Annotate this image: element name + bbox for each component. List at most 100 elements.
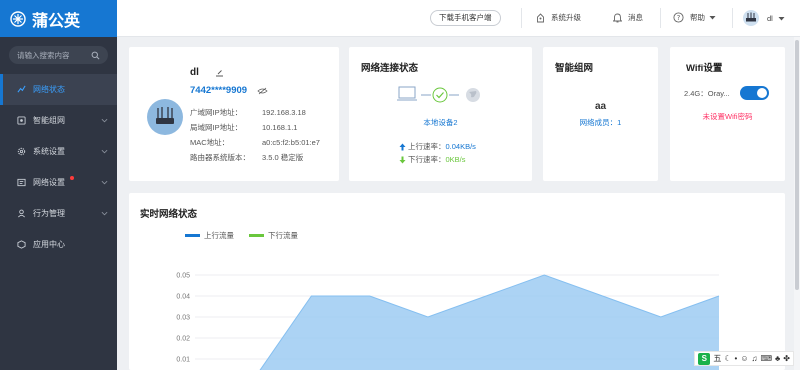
svg-text:?: ? [677,14,681,22]
shirt-icon[interactable]: ♣ [775,354,780,363]
sidebar-item-label: 网络设置 [33,178,65,187]
sidebar: 蒲公英 网络状态 智能组网 系统设置 网络 [0,0,117,370]
wifi-warning-link[interactable]: 未设置Wifi密码 [670,111,785,122]
eye-hidden-icon[interactable] [257,87,268,95]
connection-diagram [397,86,480,103]
mac-row: MAC地址： a0:c5:f2:b5:01:e7 [190,138,320,147]
arrow-up-icon [399,143,406,150]
bell-icon [613,13,622,22]
device-name: dl [190,67,199,78]
sidebar-item-label: 行为管理 [33,209,65,218]
sidebar-item-label: 系统设置 [33,147,65,156]
behavior-icon [18,209,25,218]
ime-toolbar[interactable]: S 五 ☾ • ☺ ♫ ⌨ ♣ ✤ [694,351,794,366]
wifi-band-label: 2.4G：Oray... [684,89,730,98]
help-icon: ? [673,12,684,23]
chevron-down-icon [101,149,108,154]
header-divider [521,8,522,28]
user-name: dl [767,13,773,23]
connection-status-card: 网络连接状态 本地设备2 上行速率： 0.04KB/s 下行速率： 0KB/s [349,47,532,181]
local-device-link[interactable]: 本地设备2 [349,117,532,128]
chevron-down-icon [101,180,108,185]
router-icon [156,107,174,124]
toggle-knob [757,88,767,98]
system-upgrade-label: 系统升级 [551,13,581,22]
search-box[interactable] [9,46,108,64]
notification-dot [70,176,74,180]
app-logo[interactable]: 蒲公英 [0,0,117,37]
download-rate: 下行速率： 0KB/s [399,154,466,165]
connection-title: 网络连接状态 [361,63,419,74]
top-header: 下载手机客户端 系统升级 消息 ? 帮助 dl [117,0,800,37]
search-input[interactable] [17,50,91,60]
ime-mode-label[interactable]: 五 [713,353,721,364]
network-name: aa [594,101,607,112]
chevron-down-icon [101,211,108,216]
mic-icon[interactable]: ♫ [752,354,758,363]
sidebar-item-label: 网络状态 [33,85,65,94]
network-settings-icon [17,178,26,187]
smart-network-title: 智能组网 [555,63,594,74]
messages-label: 消息 [628,13,643,22]
edit-icon[interactable] [215,68,224,77]
dandelion-logo-icon [10,10,26,27]
messages-button[interactable]: 消息 [613,12,643,23]
search-icon[interactable] [91,51,100,60]
keyboard-icon[interactable]: ⌨ [761,354,773,363]
upload-area [260,275,719,370]
arrow-down-icon [399,156,406,163]
chevron-down-icon [101,118,108,123]
smart-network-card: 智能组网 aa 网络成员：1 [543,47,658,181]
sidebar-item-system-settings[interactable]: 系统设置 [0,136,117,167]
lan-ip-row: 局域网IP地址： 10.168.1.1 [190,123,298,132]
system-upgrade-button[interactable]: 系统升级 [536,12,581,23]
y-tick-label: 0.04 [176,294,190,301]
sidebar-item-network-status[interactable]: 网络状态 [0,74,117,105]
y-tick-label: 0.01 [176,357,190,364]
smart-network-icon [17,116,26,125]
help-label: 帮助 [690,13,705,22]
network-members-link[interactable]: 网络成员：1 [543,117,658,128]
help-menu[interactable]: ? 帮助 [673,12,716,23]
check-circle-icon [432,87,448,103]
sidebar-item-behavior-management[interactable]: 行为管理 [0,198,117,229]
user-menu[interactable]: dl [743,10,785,26]
scrollbar-thumb[interactable] [795,40,799,290]
globe-icon [466,88,480,102]
computer-icon [397,86,417,101]
wifi-toggle[interactable] [740,86,769,100]
wifi-title: Wifi设置 [686,63,723,74]
y-tick-label: 0.05 [176,273,190,280]
avatar [743,10,759,26]
header-divider [660,8,661,28]
sidebar-item-smart-network[interactable]: 智能组网 [0,105,117,136]
sidebar-item-network-settings[interactable]: 网络设置 [0,167,117,198]
download-client-button[interactable]: 下载手机客户端 [430,10,501,26]
device-sn: 7442****9909 [190,85,248,96]
network-status-icon [17,85,26,93]
gear-icon [17,147,26,156]
y-tick-label: 0.03 [176,315,190,322]
firmware-row: 路由器系统版本： 3.5.0 稳定版 [190,153,304,162]
router-avatar [147,99,183,135]
realtime-status-card: 实时网络状态 上行流量 下行流量 0.05 0.04 0.03 0.02 0.01 [129,193,785,370]
wan-ip-row: 广域网IP地址： 192.168.3.18 [190,108,306,117]
header-divider [732,8,733,28]
grid-icon[interactable]: ✤ [783,354,790,363]
smile-icon[interactable]: ☺ [740,354,748,363]
dot-icon[interactable]: • [735,354,738,363]
caret-down-icon [709,16,716,20]
y-tick-label: 0.02 [176,336,190,343]
realtime-chart: 0.05 0.04 0.03 0.02 0.01 [176,273,720,370]
device-card: dl 7442****9909 广域网IP地址： 192.168.3.18 局域网… [129,47,339,181]
upload-rate: 上行速率： 0.04KB/s [399,141,476,152]
ime-logo-icon: S [698,352,711,365]
caret-down-icon [778,16,785,20]
user-router-icon [746,12,756,22]
sidebar-item-app-center[interactable]: 应用中心 [0,229,117,260]
upgrade-icon [537,12,544,22]
sidebar-item-label: 智能组网 [33,116,65,125]
moon-icon[interactable]: ☾ [724,354,731,363]
sidebar-item-label: 应用中心 [33,240,65,249]
app-name: 蒲公英 [32,12,81,30]
